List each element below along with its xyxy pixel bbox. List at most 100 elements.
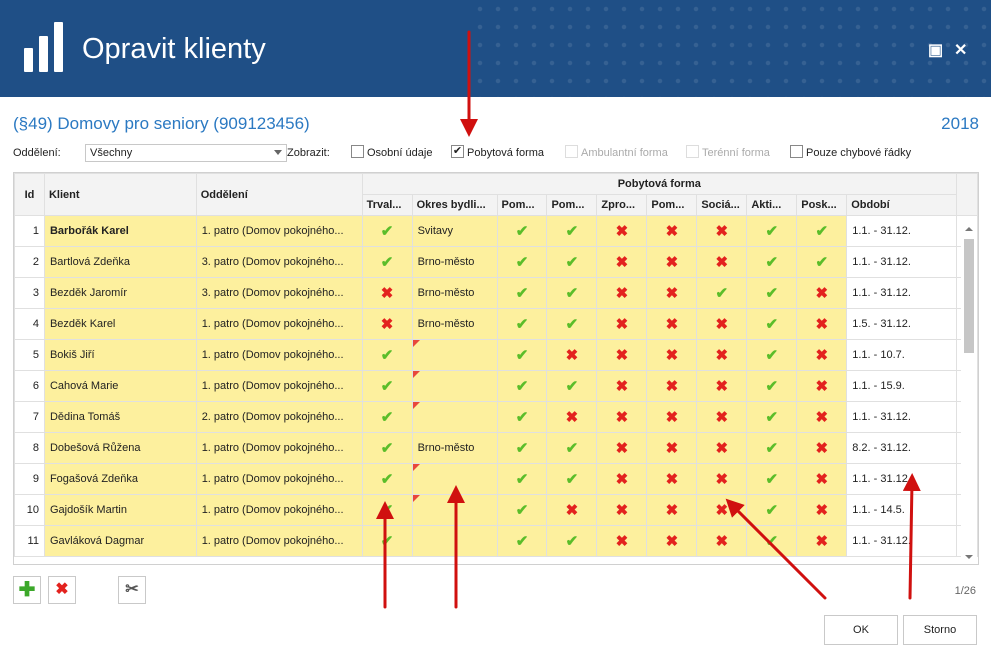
- check-icon[interactable]: ✔: [496, 525, 548, 557]
- cross-icon[interactable]: ✖: [696, 401, 748, 433]
- check-icon[interactable]: ✔: [361, 494, 413, 526]
- check-icon[interactable]: ✔: [496, 370, 548, 402]
- check-icon[interactable]: ✔: [746, 432, 798, 464]
- table-row[interactable]: 11 Gavláková Dagmar 1. patro (Domov pokojn…: [14, 525, 978, 557]
- ok-button[interactable]: OK: [824, 615, 898, 645]
- add-button[interactable]: ✚: [13, 576, 41, 604]
- cross-icon[interactable]: ✖: [646, 339, 698, 371]
- settings-tools-button[interactable]: ✂: [118, 576, 146, 604]
- check-icon[interactable]: ✔: [361, 401, 413, 433]
- cell-period[interactable]: 1.5. - 31.12.: [846, 308, 957, 340]
- check-icon[interactable]: ✔: [746, 339, 798, 371]
- cross-icon[interactable]: ✖: [796, 370, 848, 402]
- check-icon[interactable]: ✔: [496, 463, 548, 495]
- check-icon[interactable]: ✔: [546, 277, 598, 309]
- error-rows-label[interactable]: Pouze chybové řádky: [806, 147, 911, 159]
- cross-icon[interactable]: ✖: [596, 525, 648, 557]
- table-row[interactable]: 9 Fogašová Zdeňka 1. patro (Domov pokojnéh…: [14, 463, 978, 495]
- cross-icon[interactable]: ✖: [696, 246, 748, 278]
- cross-icon[interactable]: ✖: [696, 525, 748, 557]
- cross-icon[interactable]: ✖: [596, 339, 648, 371]
- cross-icon[interactable]: ✖: [796, 494, 848, 526]
- cross-icon[interactable]: ✖: [646, 463, 698, 495]
- cross-icon[interactable]: ✖: [696, 308, 748, 340]
- cell-department[interactable]: 1. patro (Domov pokojného...: [195, 308, 363, 340]
- check-icon[interactable]: ✔: [746, 215, 798, 247]
- check-icon[interactable]: ✔: [796, 246, 848, 278]
- cross-icon[interactable]: ✖: [596, 277, 648, 309]
- table-row[interactable]: 7 Dědina Tomáš 2. patro (Domov pokojného..…: [14, 401, 978, 433]
- cross-icon[interactable]: ✖: [596, 246, 648, 278]
- cross-icon[interactable]: ✖: [646, 401, 698, 433]
- cell-period[interactable]: 1.1. - 15.9.: [846, 370, 957, 402]
- cross-icon[interactable]: ✖: [596, 308, 648, 340]
- cell-district[interactable]: [411, 463, 498, 495]
- cell-district[interactable]: [411, 339, 498, 371]
- cell-department[interactable]: 1. patro (Domov pokojného...: [195, 432, 363, 464]
- check-icon[interactable]: ✔: [496, 401, 548, 433]
- column-header-id[interactable]: Id: [14, 173, 45, 216]
- cell-period[interactable]: 1.1. - 31.12.: [846, 246, 957, 278]
- cross-icon[interactable]: ✖: [361, 277, 413, 309]
- check-icon[interactable]: ✔: [546, 215, 598, 247]
- cell-district[interactable]: Brno-město: [411, 246, 498, 278]
- table-row[interactable]: 5 Bokiš Jiří 1. patro (Domov pokojného... ✔…: [14, 339, 978, 371]
- column-header-aid-2[interactable]: Pom...: [546, 194, 598, 216]
- cell-client[interactable]: Dobešová Růžena: [43, 432, 197, 464]
- column-header-social[interactable]: Sociá...: [696, 194, 748, 216]
- cross-icon[interactable]: ✖: [646, 308, 698, 340]
- cross-icon[interactable]: ✖: [546, 401, 598, 433]
- cross-icon[interactable]: ✖: [646, 494, 698, 526]
- column-header-aid-1[interactable]: Pom...: [496, 194, 548, 216]
- delete-button[interactable]: ✖: [48, 576, 76, 604]
- cell-period[interactable]: 8.2. - 31.12.: [846, 432, 957, 464]
- cross-icon[interactable]: ✖: [696, 463, 748, 495]
- cross-icon[interactable]: ✖: [646, 246, 698, 278]
- cell-district[interactable]: Brno-město: [411, 432, 498, 464]
- table-row[interactable]: 3 Bezděk Jaromír 3. patro (Domov pokojného…: [14, 277, 978, 309]
- check-icon[interactable]: ✔: [361, 246, 413, 278]
- cross-icon[interactable]: ✖: [596, 432, 648, 464]
- cross-icon[interactable]: ✖: [646, 525, 698, 557]
- cross-icon[interactable]: ✖: [796, 525, 848, 557]
- check-icon[interactable]: ✔: [546, 308, 598, 340]
- check-icon[interactable]: ✔: [546, 370, 598, 402]
- cross-icon[interactable]: ✖: [646, 277, 698, 309]
- cell-client[interactable]: Gavláková Dagmar: [43, 525, 197, 557]
- cell-department[interactable]: 3. patro (Domov pokojného...: [195, 277, 363, 309]
- cell-period[interactable]: 1.1. - 14.5.: [846, 494, 957, 526]
- cross-icon[interactable]: ✖: [696, 494, 748, 526]
- check-icon[interactable]: ✔: [361, 370, 413, 402]
- cross-icon[interactable]: ✖: [796, 277, 848, 309]
- cell-client[interactable]: Bezděk Jaromír: [43, 277, 197, 309]
- check-icon[interactable]: ✔: [496, 246, 548, 278]
- department-select[interactable]: Všechny: [85, 144, 287, 162]
- cross-icon[interactable]: ✖: [796, 432, 848, 464]
- close-icon[interactable]: ✕: [954, 40, 967, 60]
- cell-district[interactable]: Brno-město: [411, 277, 498, 309]
- column-header-department[interactable]: Oddělení: [195, 173, 363, 216]
- table-row[interactable]: 2 Bartlová Zdeňka 3. patro (Domov pokojnéh…: [14, 246, 978, 278]
- cell-department[interactable]: 1. patro (Domov pokojného...: [195, 525, 363, 557]
- check-icon[interactable]: ✔: [361, 432, 413, 464]
- cross-icon[interactable]: ✖: [796, 401, 848, 433]
- check-icon[interactable]: ✔: [496, 215, 548, 247]
- cell-client[interactable]: Cahová Marie: [43, 370, 197, 402]
- cross-icon[interactable]: ✖: [696, 432, 748, 464]
- cell-period[interactable]: 1.1. - 31.12.: [846, 401, 957, 433]
- column-header-activation[interactable]: Akti...: [746, 194, 798, 216]
- cell-district[interactable]: [411, 401, 498, 433]
- scroll-up-icon[interactable]: [965, 227, 973, 231]
- cell-client[interactable]: Fogašová Zdeňka: [43, 463, 197, 495]
- table-row[interactable]: 1 Barbořák Karel 1. patro (Domov pokojného…: [14, 215, 978, 247]
- column-header-period[interactable]: Období: [846, 194, 957, 216]
- scroll-thumb[interactable]: [964, 239, 974, 353]
- check-icon[interactable]: ✔: [546, 463, 598, 495]
- cross-icon[interactable]: ✖: [796, 308, 848, 340]
- cell-district[interactable]: [411, 494, 498, 526]
- cell-client[interactable]: Gajdošík Martin: [43, 494, 197, 526]
- cross-icon[interactable]: ✖: [796, 463, 848, 495]
- cell-period[interactable]: 1.1. - 10.7.: [846, 339, 957, 371]
- column-header-client[interactable]: Klient: [43, 173, 197, 216]
- cell-client[interactable]: Bartlová Zdeňka: [43, 246, 197, 278]
